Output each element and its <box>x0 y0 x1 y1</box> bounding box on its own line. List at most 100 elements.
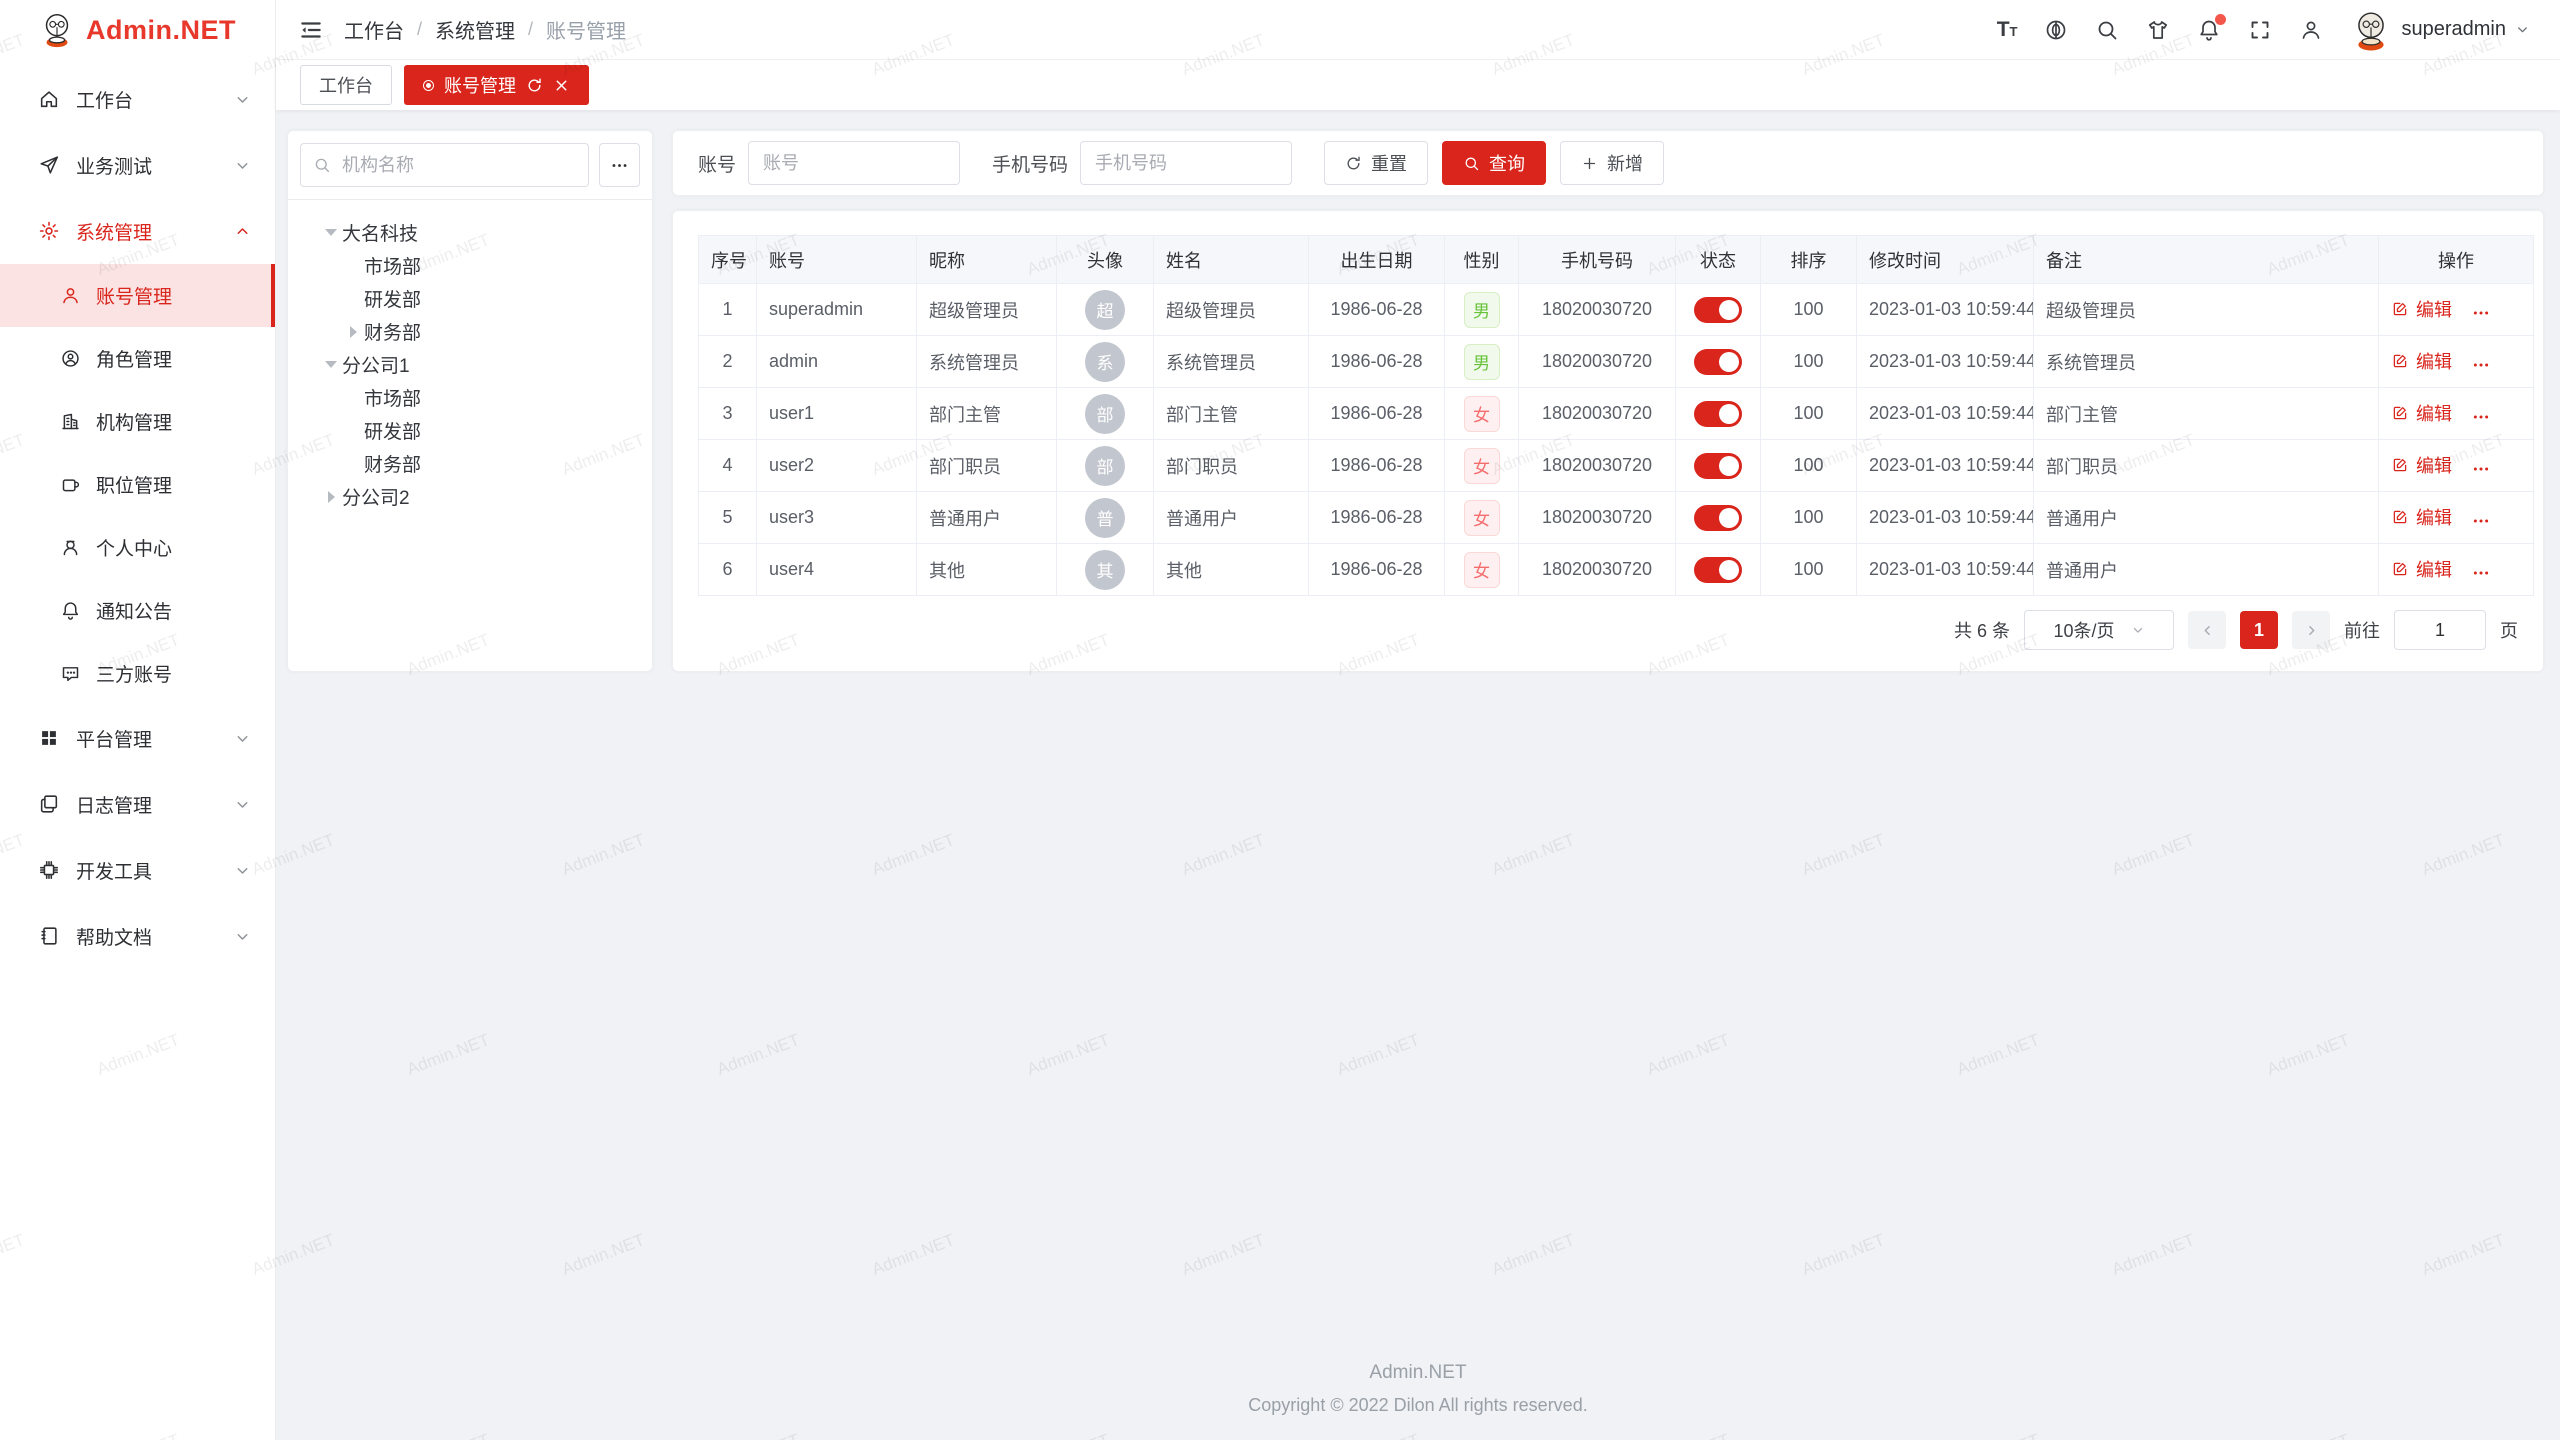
person-icon[interactable] <box>2299 18 2323 42</box>
cell-nickname: 部门职员 <box>917 440 1057 492</box>
sidebar-item-grid[interactable]: 平台管理 <box>0 705 275 771</box>
sidebar-subitem-role[interactable]: 角色管理 <box>0 327 275 390</box>
status-toggle[interactable] <box>1694 453 1742 479</box>
tree-node[interactable]: 大名科技 <box>298 216 642 249</box>
chevron-right-icon <box>2304 623 2319 638</box>
edit-button[interactable]: 编辑 <box>2391 296 2452 322</box>
tree-node[interactable]: 分公司1 <box>298 348 642 381</box>
sidebar-item-label: 系统管理 <box>76 218 152 245</box>
row-more-button[interactable] <box>2472 408 2494 426</box>
user-menu[interactable]: superadmin <box>2350 9 2530 51</box>
sidebar-fold-icon[interactable] <box>298 17 324 43</box>
sidebar-subitem-user[interactable]: 账号管理 <box>0 264 275 327</box>
cell-avatar: 系 <box>1057 336 1154 388</box>
sidebar-subitem-label: 三方账号 <box>96 660 172 687</box>
tree-more-button[interactable] <box>599 143 640 187</box>
fullscreen-icon[interactable] <box>2248 18 2272 42</box>
sidebar-item-home[interactable]: 工作台 <box>0 66 275 132</box>
sidebar-item-gear[interactable]: 系统管理 <box>0 198 275 264</box>
tree-caret-icon[interactable] <box>320 222 342 244</box>
tree-caret-icon[interactable] <box>320 354 342 376</box>
cell-modified: 2023-01-03 10:59:44 <box>1857 336 2034 388</box>
edit-button[interactable]: 编辑 <box>2391 556 2452 582</box>
breadcrumb-item[interactable]: 系统管理 <box>435 15 515 44</box>
tree-node[interactable]: 研发部 <box>298 414 642 447</box>
sidebar-item-label: 开发工具 <box>76 857 152 884</box>
status-toggle[interactable] <box>1694 401 1742 427</box>
cell-avatar: 普 <box>1057 492 1154 544</box>
cell-index: 5 <box>699 492 757 544</box>
page-jump-input[interactable] <box>2394 610 2486 650</box>
row-more-button[interactable] <box>2472 356 2494 374</box>
user-icon <box>60 285 81 306</box>
cell-birth: 1986-06-28 <box>1309 388 1445 440</box>
tree-caret-icon[interactable] <box>342 321 364 343</box>
edit-button[interactable]: 编辑 <box>2391 348 2452 374</box>
cell-gender: 男 <box>1445 336 1519 388</box>
logo[interactable]: Admin.NET <box>0 0 275 60</box>
add-button[interactable]: 新增 <box>1560 141 1664 185</box>
table-row: 4user2部门职员部部门职员1986-06-28女18020030720100… <box>699 440 2534 492</box>
tree-node[interactable]: 分公司2 <box>298 480 642 513</box>
sidebar-subitem-position[interactable]: 职位管理 <box>0 453 275 516</box>
tree-node-label: 市场部 <box>364 384 421 411</box>
tree-node[interactable]: 研发部 <box>298 282 642 315</box>
bell-icon[interactable] <box>2197 18 2221 42</box>
tab-label: 工作台 <box>319 72 373 98</box>
cell-phone: 18020030720 <box>1519 492 1676 544</box>
tree-caret-icon[interactable] <box>320 486 342 508</box>
language-icon[interactable] <box>2044 18 2068 42</box>
table-header-row: 序号账号昵称头像姓名出生日期性别手机号码状态排序修改时间备注操作 <box>699 236 2534 284</box>
edit-button[interactable]: 编辑 <box>2391 400 2452 426</box>
next-page-button[interactable] <box>2292 611 2330 649</box>
page-numbers: 1 <box>2240 611 2278 649</box>
status-toggle[interactable] <box>1694 349 1742 375</box>
status-toggle[interactable] <box>1694 297 1742 323</box>
total-count: 共 6 条 <box>1954 617 2010 643</box>
avatar: 系 <box>1085 342 1125 382</box>
phone-input[interactable] <box>1080 141 1292 185</box>
sidebar-item-logs[interactable]: 日志管理 <box>0 771 275 837</box>
tree-node[interactable]: 市场部 <box>298 249 642 282</box>
sidebar-subitem-profile[interactable]: 个人中心 <box>0 516 275 579</box>
tree-node[interactable]: 市场部 <box>298 381 642 414</box>
tree-node[interactable]: 财务部 <box>298 447 642 480</box>
close-icon[interactable] <box>553 77 570 94</box>
status-toggle[interactable] <box>1694 505 1742 531</box>
account-input[interactable] <box>748 141 960 185</box>
cell-nickname: 超级管理员 <box>917 284 1057 336</box>
status-toggle[interactable] <box>1694 557 1742 583</box>
row-more-button[interactable] <box>2472 304 2494 322</box>
reset-button[interactable]: 重置 <box>1324 141 1428 185</box>
tabbar: 工作台 账号管理 <box>276 60 2560 110</box>
sidebar-item-chip[interactable]: 开发工具 <box>0 837 275 903</box>
sidebar-item-book[interactable]: 帮助文档 <box>0 903 275 969</box>
table-row: 3user1部门主管部部门主管1986-06-28女18020030720100… <box>699 388 2534 440</box>
row-more-button[interactable] <box>2472 512 2494 530</box>
sidebar-item-send[interactable]: 业务测试 <box>0 132 275 198</box>
edit-button[interactable]: 编辑 <box>2391 452 2452 478</box>
org-name-field[interactable] <box>340 154 576 177</box>
font-size-icon[interactable]: TT <box>1997 19 2018 40</box>
row-more-button[interactable] <box>2472 460 2494 478</box>
breadcrumb-item[interactable]: 工作台 <box>344 15 404 44</box>
search-icon[interactable] <box>2095 18 2119 42</box>
edit-button[interactable]: 编辑 <box>2391 504 2452 530</box>
prev-page-button[interactable] <box>2188 611 2226 649</box>
book-icon <box>38 925 60 947</box>
cell-index: 1 <box>699 284 757 336</box>
sidebar-subitem-bell[interactable]: 通知公告 <box>0 579 275 642</box>
app-title: Admin.NET <box>86 15 236 46</box>
row-more-button[interactable] <box>2472 564 2494 582</box>
org-search-input[interactable] <box>300 143 589 187</box>
sidebar-subitem-org[interactable]: 机构管理 <box>0 390 275 453</box>
tab-0[interactable]: 工作台 <box>300 65 392 105</box>
page-size-select[interactable]: 10条/页 <box>2024 610 2174 650</box>
theme-shirt-icon[interactable] <box>2146 18 2170 42</box>
refresh-icon[interactable] <box>526 77 543 94</box>
tree-node[interactable]: 财务部 <box>298 315 642 348</box>
query-button[interactable]: 查询 <box>1442 141 1546 185</box>
sidebar-subitem-chat[interactable]: 三方账号 <box>0 642 275 705</box>
tab-active[interactable]: 账号管理 <box>404 65 589 105</box>
page-number-1[interactable]: 1 <box>2240 611 2278 649</box>
